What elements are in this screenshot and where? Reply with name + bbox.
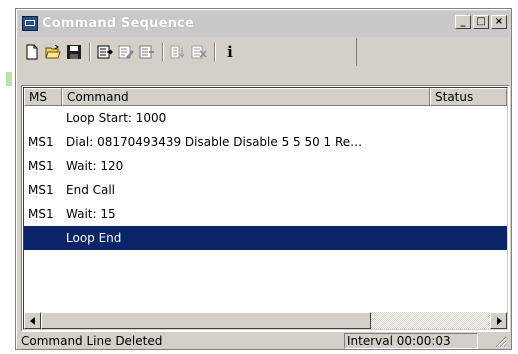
move-down-icon[interactable] — [168, 42, 188, 62]
background-fragment — [6, 72, 12, 86]
column-header-ms[interactable]: MS — [24, 88, 62, 106]
row-ms: MS1 — [28, 135, 54, 149]
scroll-left-button[interactable] — [24, 312, 41, 329]
close-button[interactable]: × — [491, 15, 507, 29]
row-command: Loop Start: 1000 — [66, 111, 167, 125]
horizontal-scrollbar[interactable] — [24, 312, 507, 329]
list-item[interactable]: MS1 End Call — [24, 178, 507, 202]
arrow-left-icon — [29, 316, 35, 325]
minimize-button[interactable]: _ — [455, 15, 471, 29]
row-ms: MS1 — [28, 183, 54, 197]
list-item[interactable]: MS1 Wait: 15 — [24, 202, 507, 226]
scroll-right-button[interactable] — [490, 312, 507, 329]
list-rows: Loop Start: 1000 MS1 Dial: 08170493439 D… — [24, 106, 507, 250]
scrollbar-track[interactable] — [371, 312, 490, 329]
info-icon-glyph: i — [227, 43, 233, 61]
maximize-button[interactable]: □ — [473, 15, 489, 29]
scrollbar-thumb[interactable] — [41, 312, 371, 329]
command-sequence-window: Command Sequence _ □ × i MS Command Stat… — [15, 8, 512, 350]
row-command: Wait: 15 — [66, 207, 116, 221]
row-command: Loop End — [66, 231, 122, 245]
column-header-status[interactable]: Status — [430, 88, 507, 106]
row-command: End Call — [66, 183, 116, 197]
toolbar-separator — [89, 43, 91, 61]
list-item-selected[interactable]: Loop End — [24, 226, 507, 250]
list-header: MS Command Status — [24, 88, 507, 106]
row-ms: MS1 — [28, 207, 54, 221]
info-icon[interactable]: i — [220, 42, 240, 62]
insert-command-icon[interactable] — [137, 42, 157, 62]
interval-readout: Interval 00:00:03 — [344, 333, 478, 349]
list-item[interactable]: Loop Start: 1000 — [24, 106, 507, 130]
resize-grip-icon[interactable] — [495, 336, 507, 348]
arrow-right-icon — [496, 316, 502, 325]
row-command: Wait: 120 — [66, 159, 124, 173]
status-message: Command Line Deleted — [21, 334, 163, 348]
toolbar-separator — [214, 43, 216, 61]
list-item[interactable]: MS1 Dial: 08170493439 Disable Disable 5 … — [24, 130, 507, 154]
toolbar: i — [18, 38, 357, 66]
save-disk-icon[interactable] — [64, 42, 84, 62]
window-controls: _ □ × — [455, 15, 507, 29]
command-list-frame: MS Command Status Loop Start: 1000 MS1 D… — [23, 87, 508, 330]
column-header-command[interactable]: Command — [62, 88, 430, 106]
delete-command-icon[interactable] — [189, 42, 209, 62]
list-item[interactable]: MS1 Wait: 120 — [24, 154, 507, 178]
window-title: Command Sequence — [42, 16, 194, 31]
toolbar-separator — [162, 43, 164, 61]
row-command: Dial: 08170493439 Disable Disable 5 5 50… — [66, 135, 363, 149]
open-folder-icon[interactable] — [43, 42, 63, 62]
add-command-icon[interactable] — [95, 42, 115, 62]
edit-command-icon[interactable] — [116, 42, 136, 62]
new-document-icon[interactable] — [22, 42, 42, 62]
command-list[interactable]: MS Command Status Loop Start: 1000 MS1 D… — [21, 85, 510, 332]
title-bar[interactable]: Command Sequence _ □ × — [18, 11, 509, 37]
status-bar: Command Line Deleted Interval 00:00:03 — [18, 333, 509, 349]
app-icon[interactable] — [22, 16, 38, 31]
row-ms: MS1 — [28, 159, 54, 173]
